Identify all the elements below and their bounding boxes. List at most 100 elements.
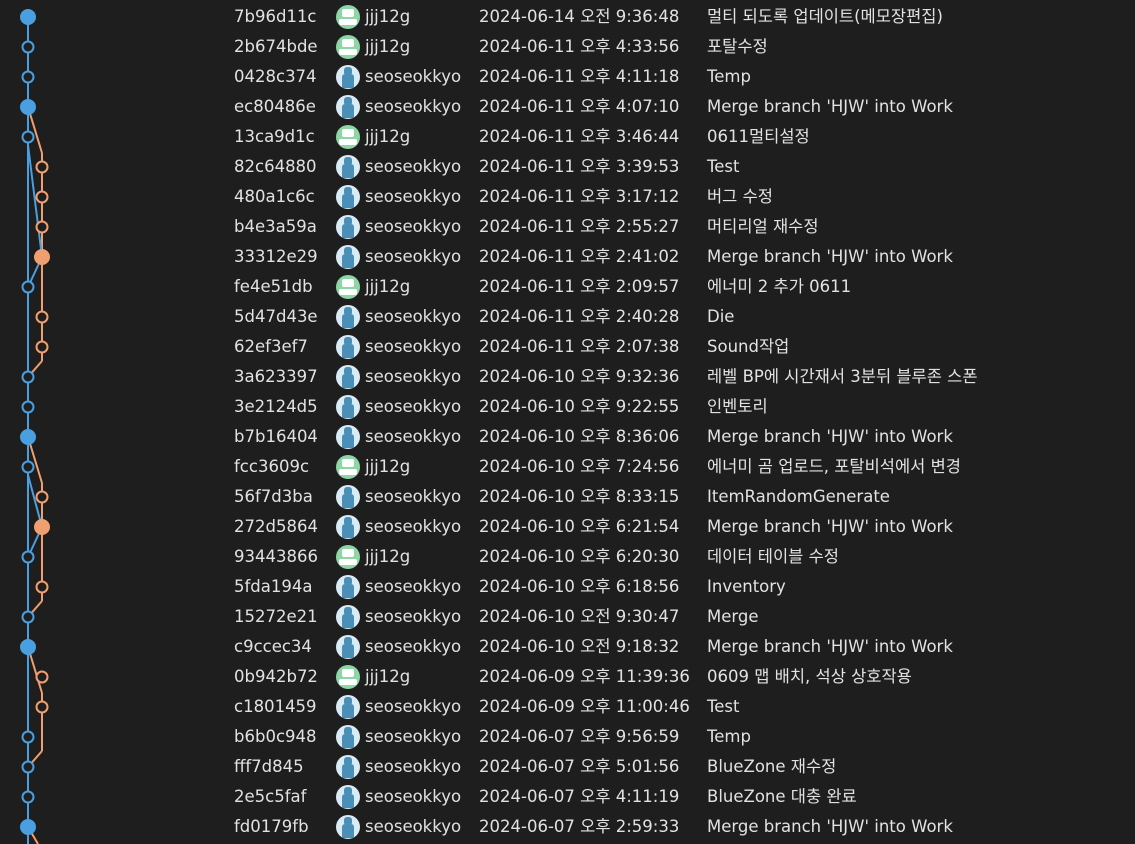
author-name: jjj12g (365, 667, 411, 686)
commit-date: 2024-06-10 오전 9:18:32 (479, 637, 680, 656)
commit-date: 2024-06-10 오후 6:21:54 (479, 517, 680, 536)
commit-message: 버그 수정 (707, 187, 773, 206)
avatar-icon (336, 815, 360, 839)
author-name: seoseokkyo (365, 817, 462, 836)
commit-row[interactable]: 272d5864 seoseokkyo 2024-06-10 오후 6:21:54 M… (0, 512, 1135, 542)
commit-row[interactable]: 2e5c5faf seoseokkyo 2024-06-07 오후 4:11:19 B… (0, 782, 1135, 812)
commit-row[interactable]: 7b96d11c jjj12g 2024-06-14 오전 9:36:48 멀티 되도… (0, 2, 1135, 32)
commit-date: 2024-06-07 오후 4:11:19 (479, 787, 680, 806)
commit-date: 2024-06-09 오후 11:39:36 (479, 667, 690, 686)
commit-hash: 82c64880 (234, 157, 317, 176)
avatar-icon (336, 455, 360, 479)
commit-date: 2024-06-11 오후 2:09:57 (479, 277, 680, 296)
commit-hash: 7b96d11c (234, 7, 317, 26)
commit-row[interactable]: c1801459 seoseokkyo 2024-06-09 오후 11:00:46… (0, 692, 1135, 722)
commit-hash: 15272e21 (234, 607, 318, 626)
commit-message: Merge branch 'HJW' into Work (707, 427, 953, 446)
avatar-icon (336, 515, 360, 539)
commit-hash: 62ef3ef7 (234, 337, 308, 356)
author-name: seoseokkyo (365, 697, 462, 716)
avatar-icon (336, 755, 360, 779)
commit-date: 2024-06-10 오후 9:32:36 (479, 367, 680, 386)
author-name: jjj12g (365, 127, 411, 146)
commit-date: 2024-06-09 오후 11:00:46 (479, 697, 690, 716)
author-name: seoseokkyo (365, 487, 462, 506)
author-name: seoseokkyo (365, 607, 462, 626)
commit-date: 2024-06-11 오후 2:07:38 (479, 337, 680, 356)
avatar-icon (336, 65, 360, 89)
commit-row[interactable]: 3a623397 seoseokkyo 2024-06-10 오후 9:32:36 레… (0, 362, 1135, 392)
avatar-icon (336, 155, 360, 179)
commit-hash: 2e5c5faf (234, 787, 307, 806)
commit-date: 2024-06-10 오전 9:30:47 (479, 607, 680, 626)
commit-row[interactable]: 56f7d3ba seoseokkyo 2024-06-10 오후 8:33:15 I… (0, 482, 1135, 512)
commit-row[interactable]: fcc3609c jjj12g 2024-06-10 오후 7:24:56 에너미 곰… (0, 452, 1135, 482)
commit-row[interactable]: 62ef3ef7 seoseokkyo 2024-06-11 오후 2:07:38 S… (0, 332, 1135, 362)
commit-row[interactable]: c9ccec34 seoseokkyo 2024-06-10 오전 9:18:32 M… (0, 632, 1135, 662)
author-name: seoseokkyo (365, 517, 462, 536)
avatar-icon (336, 485, 360, 509)
commit-row[interactable]: ec80486e seoseokkyo 2024-06-11 오후 4:07:10 M… (0, 92, 1135, 122)
commit-row[interactable]: fd0179fb seoseokkyo 2024-06-07 오후 2:59:33 M… (0, 812, 1135, 842)
commit-message: Test (707, 697, 740, 716)
commit-message: Merge branch 'HJW' into Work (707, 517, 953, 536)
commit-date: 2024-06-10 오후 6:18:56 (479, 577, 680, 596)
commit-hash: 3a623397 (234, 367, 318, 386)
avatar-icon (336, 635, 360, 659)
commit-row[interactable]: 82c64880 seoseokkyo 2024-06-11 오후 3:39:53 T… (0, 152, 1135, 182)
commit-date: 2024-06-11 오후 3:46:44 (479, 127, 680, 146)
author-name: seoseokkyo (365, 427, 462, 446)
commit-row[interactable]: 5fda194a seoseokkyo 2024-06-10 오후 6:18:56 I… (0, 572, 1135, 602)
avatar-icon (336, 35, 360, 59)
author-name: seoseokkyo (365, 337, 462, 356)
commit-hash: b4e3a59a (234, 217, 317, 236)
commit-message: 인벤토리 (707, 397, 768, 416)
commit-row[interactable]: 2b674bde jjj12g 2024-06-11 오후 4:33:56 포탈수정 (0, 32, 1135, 62)
commit-hash: 272d5864 (234, 517, 318, 536)
commit-row[interactable]: b7b16404 seoseokkyo 2024-06-10 오후 8:36:06 M… (0, 422, 1135, 452)
commit-row[interactable]: 0428c374 seoseokkyo 2024-06-11 오후 4:11:18 T… (0, 62, 1135, 92)
author-name: seoseokkyo (365, 637, 462, 656)
commit-row[interactable]: 0b942b72 jjj12g 2024-06-09 오후 11:39:36 0609… (0, 662, 1135, 692)
commit-hash: fe4e51db (234, 277, 313, 296)
commit-message: BlueZone 재수정 (707, 757, 837, 776)
commit-row[interactable]: 15272e21 seoseokkyo 2024-06-10 오전 9:30:47 M… (0, 602, 1135, 632)
commit-date: 2024-06-14 오전 9:36:48 (479, 7, 680, 26)
commit-message: 0611멀티설정 (707, 127, 810, 146)
commit-message: Merge branch 'HJW' into Work (707, 637, 953, 656)
author-name: seoseokkyo (365, 367, 462, 386)
commit-row[interactable]: fe4e51db jjj12g 2024-06-11 오후 2:09:57 에너미 2… (0, 272, 1135, 302)
commit-message: BlueZone 대충 완료 (707, 787, 857, 806)
commit-row[interactable]: 13ca9d1c jjj12g 2024-06-11 오후 3:46:44 0611멀… (0, 122, 1135, 152)
author-name: jjj12g (365, 37, 411, 56)
commit-hash: 33312e29 (234, 247, 318, 266)
commit-row[interactable]: 3e2124d5 seoseokkyo 2024-06-10 오후 9:22:55 인… (0, 392, 1135, 422)
commit-message: Merge branch 'HJW' into Work (707, 97, 953, 116)
commit-row[interactable]: 33312e29 seoseokkyo 2024-06-11 오후 2:41:02 M… (0, 242, 1135, 272)
author-name: seoseokkyo (365, 757, 462, 776)
commit-hash: 2b674bde (234, 37, 318, 56)
commit-hash: 56f7d3ba (234, 487, 313, 506)
commit-hash: 480a1c6c (234, 187, 315, 206)
commit-date: 2024-06-10 오후 8:36:06 (479, 427, 680, 446)
commit-date: 2024-06-11 오후 4:33:56 (479, 37, 680, 56)
commit-row[interactable]: fff7d845 seoseokkyo 2024-06-07 오후 5:01:56 B… (0, 752, 1135, 782)
commit-row[interactable]: b4e3a59a seoseokkyo 2024-06-11 오후 2:55:27 머… (0, 212, 1135, 242)
commit-message: Temp (707, 727, 751, 746)
avatar-icon (336, 275, 360, 299)
commit-date: 2024-06-10 오후 8:33:15 (479, 487, 680, 506)
avatar-icon (336, 785, 360, 809)
author-name: seoseokkyo (365, 247, 462, 266)
commit-row[interactable]: b6b0c948 seoseokkyo 2024-06-07 오후 9:56:59 T… (0, 722, 1135, 752)
commit-hash: 13ca9d1c (234, 127, 315, 146)
commit-row[interactable]: 480a1c6c seoseokkyo 2024-06-11 오후 3:17:12 버… (0, 182, 1135, 212)
commit-hash: ec80486e (234, 97, 316, 116)
avatar-icon (336, 305, 360, 329)
commit-message: Sound작업 (707, 337, 790, 356)
commit-date: 2024-06-11 오후 2:40:28 (479, 307, 680, 326)
commit-row[interactable]: 5d47d43e seoseokkyo 2024-06-11 오후 2:40:28 D… (0, 302, 1135, 332)
author-name: seoseokkyo (365, 307, 462, 326)
commit-row[interactable]: 93443866 jjj12g 2024-06-10 오후 6:20:30 데이터 테… (0, 542, 1135, 572)
author-name: jjj12g (365, 457, 411, 476)
author-name: seoseokkyo (365, 187, 462, 206)
